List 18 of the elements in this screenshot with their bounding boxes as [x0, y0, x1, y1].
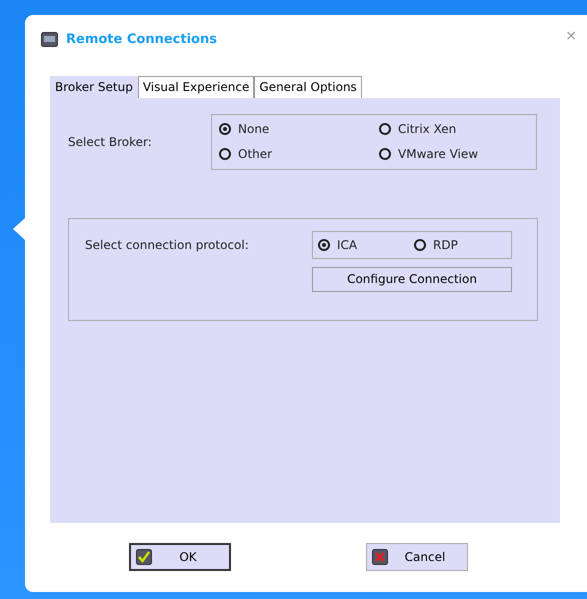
radio-option[interactable]: VMware View — [379, 144, 529, 164]
radio-option[interactable]: Citrix Xen — [379, 120, 529, 138]
broker-label: Select Broker: — [68, 134, 153, 150]
ok-button[interactable]: OK — [129, 542, 231, 570]
tab[interactable]: Broker Setup — [50, 76, 138, 98]
close-icon — [372, 548, 388, 564]
radio-option[interactable]: Other — [219, 144, 379, 164]
tab[interactable]: General Options — [254, 76, 362, 98]
cancel-button[interactable]: Cancel — [366, 542, 468, 570]
check-icon — [136, 548, 152, 564]
radio-option[interactable]: ICA — [318, 236, 414, 254]
radio-option[interactable]: None — [219, 120, 379, 138]
configure-connection-button[interactable]: Configure Connection — [312, 266, 512, 292]
protocol-label: Select connection protocol: — [85, 236, 250, 254]
radio-option[interactable]: RDP — [414, 236, 458, 254]
window-title: Remote Connections — [66, 31, 217, 49]
app-icon — [41, 32, 58, 48]
tab[interactable]: Visual Experience — [138, 76, 254, 98]
